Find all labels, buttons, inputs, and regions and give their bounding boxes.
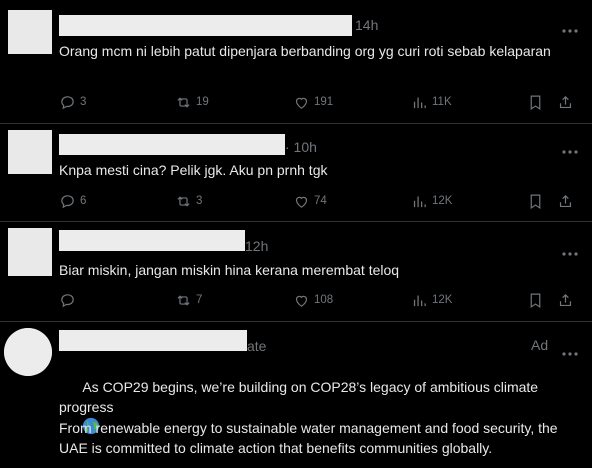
bookmark-button[interactable] bbox=[527, 92, 544, 112]
reply-button[interactable]: 6 bbox=[59, 191, 86, 211]
bookmark-icon bbox=[530, 293, 541, 308]
timeline: 14h Orang mcm ni lebih patut dipenjara b… bbox=[0, 0, 592, 468]
post-timestamp[interactable]: 12h bbox=[245, 238, 268, 254]
post[interactable]: · 10h Knpa mesti cina? Pelik jgk. Aku pn… bbox=[0, 124, 592, 222]
reply-count: 6 bbox=[80, 195, 87, 207]
post[interactable]: 12h Biar miskin, jangan miskin hina kera… bbox=[0, 222, 592, 322]
ad-post[interactable]: ate Ad As COP29 begins, we’re building o… bbox=[0, 322, 592, 468]
like-button[interactable]: 74 bbox=[293, 191, 327, 211]
bookmark-button[interactable] bbox=[527, 191, 544, 211]
ad-label: Ad bbox=[531, 337, 549, 353]
ad-text-paragraph-2: From renewable energy to sustainable wat… bbox=[59, 420, 562, 456]
more-icon[interactable] bbox=[562, 141, 578, 155]
like-icon bbox=[295, 295, 308, 307]
avatar[interactable] bbox=[8, 228, 52, 276]
post-timestamp[interactable]: 14h bbox=[355, 17, 378, 33]
reply-button[interactable]: 3 bbox=[59, 92, 86, 112]
reply-count: 3 bbox=[80, 96, 87, 108]
author-name-redacted[interactable] bbox=[59, 230, 245, 251]
views-button[interactable]: 11K bbox=[411, 92, 452, 112]
post-actions: 7 108 12K bbox=[59, 290, 582, 310]
views-count: 12K bbox=[432, 294, 453, 306]
share-icon bbox=[559, 95, 572, 108]
views-icon bbox=[413, 295, 426, 306]
bookmark-icon bbox=[530, 194, 541, 209]
avatar[interactable] bbox=[4, 328, 52, 376]
share-icon bbox=[559, 194, 572, 207]
views-icon bbox=[413, 196, 426, 207]
post-text: Knpa mesti cina? Pelik jgk. Aku pn prnh … bbox=[59, 162, 328, 178]
share-button[interactable] bbox=[557, 290, 574, 310]
post-text: Biar miskin, jangan miskin hina kerana m… bbox=[59, 262, 400, 278]
reply-icon bbox=[61, 194, 74, 208]
like-count: 74 bbox=[314, 195, 327, 207]
author-handle[interactable]: ate bbox=[247, 338, 266, 354]
repost-button[interactable]: 3 bbox=[175, 191, 202, 211]
like-button[interactable]: 191 bbox=[293, 92, 333, 112]
avatar[interactable] bbox=[8, 130, 52, 174]
repost-count: 19 bbox=[196, 96, 209, 108]
author-name-redacted[interactable] bbox=[59, 134, 285, 155]
share-icon bbox=[559, 293, 572, 306]
post-timestamp[interactable]: · 10h bbox=[285, 139, 317, 155]
repost-count: 3 bbox=[196, 195, 203, 207]
views-icon bbox=[413, 97, 426, 108]
views-count: 11K bbox=[432, 96, 452, 108]
like-count: 191 bbox=[314, 96, 334, 108]
repost-button[interactable]: 19 bbox=[175, 92, 209, 112]
repost-icon bbox=[177, 294, 190, 306]
more-icon[interactable] bbox=[562, 343, 578, 357]
reply-icon bbox=[61, 293, 74, 307]
author-name-redacted[interactable] bbox=[59, 330, 247, 351]
more-icon[interactable] bbox=[562, 20, 578, 34]
post[interactable]: 14h Orang mcm ni lebih patut dipenjara b… bbox=[0, 0, 592, 124]
post-actions: 3 19 191 11K bbox=[59, 92, 582, 112]
post-text: Orang mcm ni lebih patut dipenjara berba… bbox=[59, 43, 551, 59]
author-name-redacted[interactable] bbox=[59, 15, 352, 36]
bookmark-button[interactable] bbox=[527, 290, 544, 310]
reply-icon bbox=[61, 95, 74, 109]
like-icon bbox=[295, 196, 308, 208]
ad-text-line1: As COP29 begins, we’re building on COP28… bbox=[59, 379, 542, 415]
more-icon[interactable] bbox=[562, 243, 578, 257]
like-count: 108 bbox=[314, 294, 334, 306]
repost-button[interactable]: 7 bbox=[175, 290, 202, 310]
repost-count: 7 bbox=[196, 294, 203, 306]
views-count: 12K bbox=[432, 195, 453, 207]
bookmark-icon bbox=[530, 95, 541, 110]
like-icon bbox=[295, 97, 308, 109]
post-actions: 6 3 74 12K bbox=[59, 191, 582, 211]
share-button[interactable] bbox=[557, 191, 574, 211]
avatar[interactable] bbox=[8, 10, 52, 54]
repost-icon bbox=[177, 96, 190, 108]
views-button[interactable]: 12K bbox=[411, 290, 452, 310]
views-button[interactable]: 12K bbox=[411, 191, 452, 211]
like-button[interactable]: 108 bbox=[293, 290, 333, 310]
repost-icon bbox=[177, 195, 190, 207]
reply-button[interactable] bbox=[59, 290, 80, 310]
share-button[interactable] bbox=[557, 92, 574, 112]
